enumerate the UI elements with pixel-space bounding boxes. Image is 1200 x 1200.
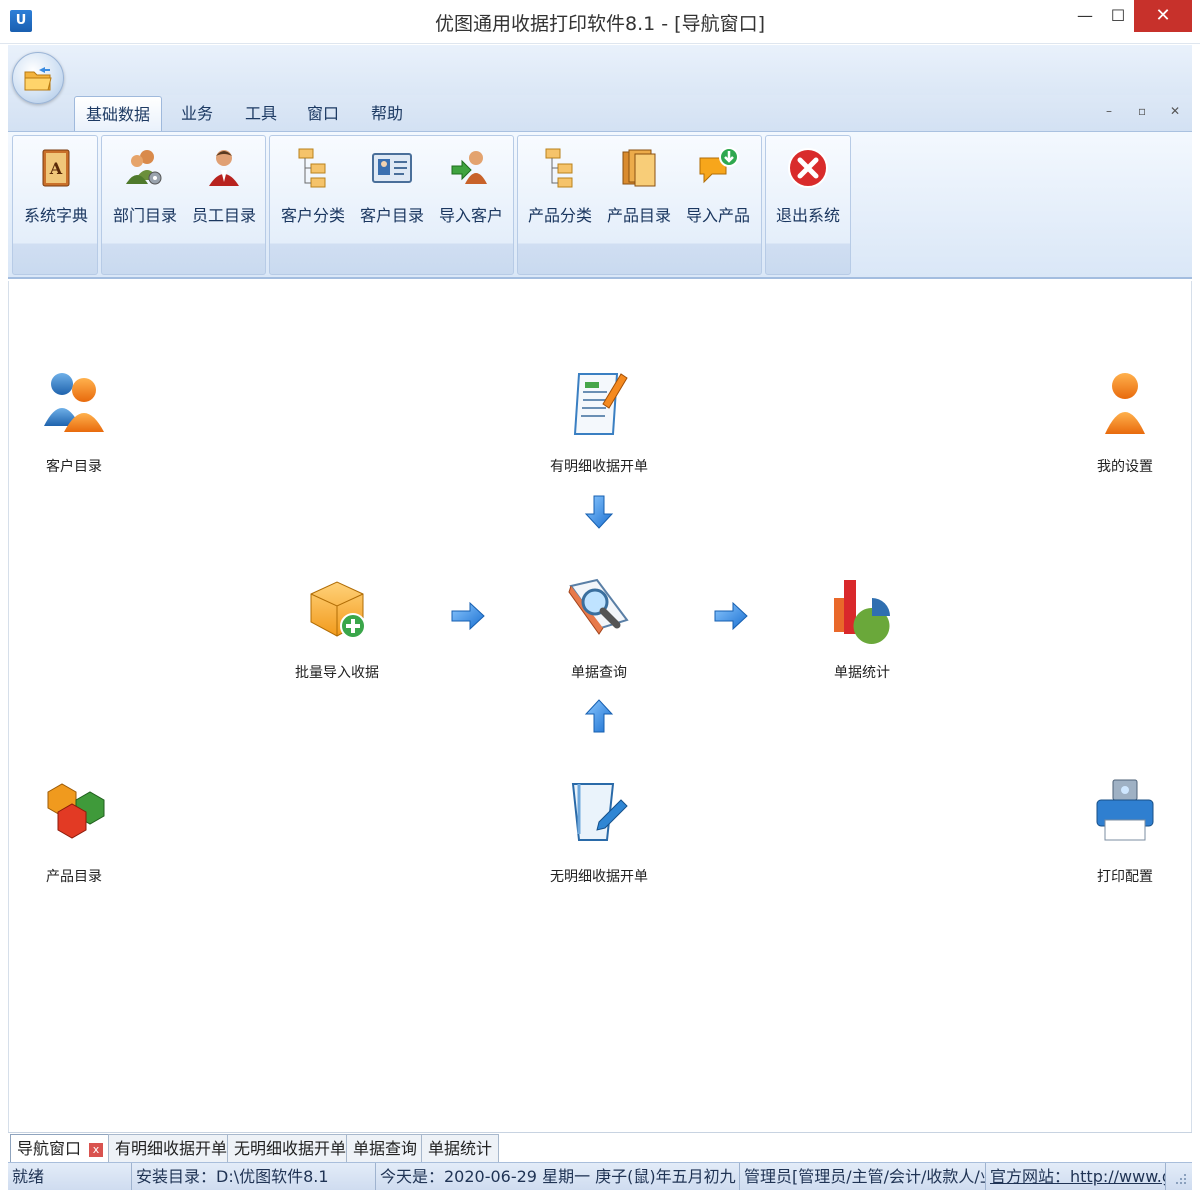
department-catalog-button[interactable]: 部门目录	[106, 140, 184, 230]
import-product-icon	[699, 147, 739, 184]
nav-detailed-receipt-label: 有明细收据开单	[550, 459, 648, 475]
nav-simple-receipt-label: 无明细收据开单	[550, 869, 648, 885]
doc-tab-receipt-query[interactable]: 单据查询	[346, 1134, 425, 1162]
tab-tools[interactable]: 工具	[234, 96, 288, 132]
status-website-link[interactable]: 官方网站：http://www.ghu	[986, 1163, 1166, 1190]
customer-catalog-button[interactable]: 客户目录	[353, 140, 431, 230]
quick-access-bar	[8, 45, 1192, 95]
maximize-button[interactable]: ☐	[1102, 0, 1134, 32]
open-folder-icon	[24, 67, 52, 91]
chart-statistics-icon	[834, 580, 890, 644]
printer-icon	[1096, 779, 1154, 841]
nav-my-settings[interactable]: 我的设置	[1055, 368, 1195, 488]
arrow-right-icon-2	[714, 601, 748, 631]
system-dictionary-label: 系统字典	[23, 206, 88, 225]
import-customer-button[interactable]: 导入客户	[432, 140, 510, 230]
doc-tab-receipt-stats[interactable]: 单据统计	[421, 1134, 500, 1162]
tab-window[interactable]: 窗口	[296, 96, 350, 132]
exit-system-label: 退出系统	[775, 206, 840, 225]
nav-my-settings-label: 我的设置	[1097, 459, 1153, 475]
nav-receipt-query-label: 单据查询	[571, 665, 627, 681]
nav-product-catalog[interactable]: 产品目录	[4, 778, 144, 898]
arrow-down-icon	[584, 495, 614, 529]
product-catalog-label: 产品目录	[606, 206, 671, 225]
detailed-receipt-icon	[573, 373, 628, 435]
product-catalog-button[interactable]: 产品目录	[600, 140, 678, 230]
customer-category-label: 客户分类	[280, 206, 345, 225]
arrow-right-icon	[451, 601, 485, 631]
customer-catalog-label: 客户目录	[359, 206, 424, 225]
doc-tab-simple-receipt[interactable]: 无明细收据开单	[227, 1134, 354, 1162]
exit-icon	[788, 148, 828, 188]
search-document-icon	[568, 578, 629, 635]
department-users-gear-icon	[126, 150, 162, 185]
nav-product-catalog-label: 产品目录	[46, 869, 102, 885]
application-menu-button[interactable]	[12, 52, 64, 104]
customers-icon	[44, 373, 104, 432]
status-install-dir: 安装目录：D:\优图软件8.1	[132, 1163, 376, 1190]
employee-catalog-label: 员工目录	[191, 206, 256, 225]
dictionary-book-icon: A	[42, 149, 70, 187]
simple-receipt-icon	[571, 783, 628, 841]
doc-tab-navigation-label: 导航窗口	[17, 1139, 82, 1158]
doc-tab-detailed-receipt[interactable]: 有明细收据开单	[108, 1134, 235, 1162]
department-catalog-label: 部门目录	[112, 206, 177, 225]
product-category-button[interactable]: 产品分类	[521, 140, 599, 230]
doc-tab-navigation[interactable]: 导航窗口 x	[10, 1134, 111, 1162]
mdi-minimize-button[interactable]: –	[1106, 104, 1112, 118]
arrow-up-icon	[584, 699, 614, 733]
close-tab-icon[interactable]: x	[89, 1142, 104, 1157]
tab-business[interactable]: 业务	[170, 96, 224, 132]
status-ready: 就绪	[8, 1163, 132, 1190]
customer-category-button[interactable]: 客户分类	[274, 140, 352, 230]
tab-basic-data[interactable]: 基础数据	[74, 96, 162, 132]
nav-receipt-query[interactable]: 单据查询	[529, 574, 669, 694]
batch-import-box-icon	[310, 581, 366, 639]
mdi-restore-button[interactable]: ▫	[1138, 104, 1146, 118]
import-customer-icon	[451, 151, 487, 184]
svg-text:A: A	[49, 159, 63, 178]
minimize-button[interactable]: —	[1068, 0, 1102, 32]
nav-print-config[interactable]: 打印配置	[1055, 778, 1195, 898]
import-customer-label: 导入客户	[438, 206, 503, 225]
nav-receipt-stats[interactable]: 单据统计	[792, 574, 932, 694]
nav-simple-receipt[interactable]: 无明细收据开单	[529, 778, 669, 898]
nav-detailed-receipt[interactable]: 有明细收据开单	[529, 368, 669, 488]
import-product-label: 导入产品	[685, 206, 750, 225]
window-title: 优图通用收据打印软件8.1 - [导航窗口]	[435, 13, 765, 35]
import-product-button[interactable]: 导入产品	[679, 140, 757, 230]
employee-catalog-button[interactable]: 员工目录	[185, 140, 263, 230]
status-user: 管理员[管理员/主管/会计/收款人/业	[740, 1163, 986, 1190]
nav-receipt-stats-label: 单据统计	[834, 665, 890, 681]
nav-print-config-label: 打印配置	[1097, 869, 1153, 885]
product-cubes-icon	[47, 783, 105, 839]
resize-grip-icon[interactable]	[1172, 1170, 1188, 1186]
nav-batch-import-label: 批量导入收据	[295, 665, 379, 681]
customer-tree-icon	[298, 148, 326, 188]
exit-system-button[interactable]: 退出系统	[769, 140, 847, 230]
product-category-label: 产品分类	[527, 206, 592, 225]
system-dictionary-button[interactable]: A 系统字典	[17, 140, 95, 230]
close-button[interactable]: ✕	[1134, 0, 1192, 32]
employee-user-icon	[209, 150, 239, 186]
customer-card-icon	[372, 153, 412, 183]
nav-customer-catalog-label: 客户目录	[46, 459, 102, 475]
nav-batch-import[interactable]: 批量导入收据	[267, 574, 407, 694]
user-settings-icon	[1105, 373, 1145, 434]
mdi-close-button[interactable]: ✕	[1170, 104, 1180, 118]
status-today: 今天是：2020-06-29 星期一 庚子(鼠)年五月初九	[376, 1163, 740, 1190]
title-bar: U 优图通用收据打印软件8.1 - [导航窗口] — ☐ ✕	[0, 0, 1200, 44]
product-folders-icon	[622, 149, 656, 187]
nav-customer-catalog[interactable]: 客户目录	[4, 368, 144, 488]
tab-help[interactable]: 帮助	[360, 96, 414, 132]
product-tree-icon	[545, 148, 573, 188]
